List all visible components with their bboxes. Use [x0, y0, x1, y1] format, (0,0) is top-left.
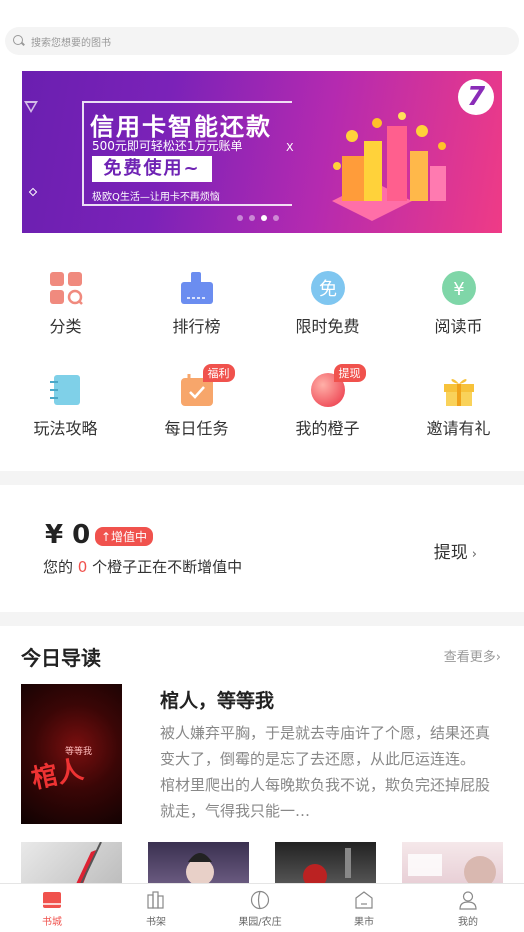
tab-label: 果市 [354, 917, 374, 928]
grid-item-label: 邀请有礼 [426, 419, 491, 438]
book-thumbnail[interactable] [402, 842, 503, 884]
orchard-icon [250, 890, 270, 910]
banner-x-mark: X [286, 141, 294, 154]
banner-cta-button[interactable]: 免费使用~ [92, 156, 212, 182]
grid-item-label: 阅读币 [434, 317, 483, 336]
grid-item-label: 每日任务 [164, 419, 229, 438]
view-more-link[interactable]: 查看更多› [444, 646, 501, 665]
book-description: 被人嫌弃平胸，于是就去寺庙许了个愿，结果还真变大了，倒霉的是忘了去还愿，从此厄运… [160, 724, 491, 820]
city-illustration-icon [332, 112, 446, 221]
tab-label: 书城 [42, 917, 62, 928]
brand-logo-icon: 7 [458, 79, 494, 115]
pagination-dot-active[interactable] [261, 215, 267, 221]
withdraw-badge: 提现 [333, 364, 366, 382]
grid-item-orange[interactable]: 提现 我的橙子 [262, 364, 393, 439]
section-divider [0, 471, 524, 485]
bookstore-icon [42, 890, 62, 910]
chevron-right-icon: › [495, 650, 501, 665]
tab-bookshelf[interactable]: 书架 [104, 890, 208, 928]
tab-bookstore[interactable]: 书城 [0, 890, 104, 928]
bottom-tab-bar: 书城 书架 果园/农庄 果市 我的 [0, 883, 524, 932]
tab-profile[interactable]: 我的 [416, 890, 520, 928]
banner-subtitle: 500元即可轻松还1万元账单 [92, 139, 243, 153]
section-title: 今日导读 [21, 646, 101, 670]
free-icon: 免 [310, 270, 346, 306]
wallet-description: 您的 0 个橙子正在不断增值中 [43, 556, 242, 577]
ranking-icon [179, 270, 215, 306]
search-bar[interactable]: 搜索您想要的图书 [5, 27, 519, 55]
free-glyph: 免 [319, 279, 337, 300]
market-icon [354, 890, 374, 910]
wallet-desc-suffix: 个橙子正在不断增值中 [87, 558, 243, 576]
withdraw-label: 提现 [433, 543, 468, 563]
orange-count: 0 [77, 558, 88, 576]
triangle-decoration [24, 101, 38, 113]
gift-icon [441, 372, 477, 408]
grid-item-free[interactable]: 免 限时免费 [262, 270, 393, 337]
tab-label: 我的 [458, 917, 478, 928]
diamond-decoration [28, 187, 38, 197]
chevron-right-icon: › [471, 547, 477, 562]
grid-item-task[interactable]: 福利 每日任务 [131, 364, 262, 439]
coin-icon: ¥ [441, 270, 477, 306]
grid-item-invite[interactable]: 邀请有礼 [393, 372, 524, 439]
grid-item-category[interactable]: 分类 [0, 270, 131, 337]
search-placeholder: 搜索您想要的图书 [31, 37, 111, 49]
wallet-amount: ¥ 0 [45, 520, 91, 550]
task-icon: 福利 [179, 364, 235, 408]
tab-label: 书架 [146, 917, 166, 928]
banner-pagination [237, 215, 279, 221]
tab-orchard[interactable]: 果园/农庄 [208, 890, 312, 928]
search-icon [13, 35, 25, 47]
welfare-badge: 福利 [202, 364, 235, 382]
profile-icon [458, 890, 478, 910]
book-thumbnail[interactable] [21, 842, 122, 884]
grid-item-label: 分类 [49, 317, 82, 336]
section-divider [0, 612, 524, 626]
view-more-label: 查看更多 [443, 650, 496, 665]
growth-badge: ↑增值中 [95, 527, 154, 546]
pagination-dot[interactable] [273, 215, 279, 221]
category-icon [48, 270, 84, 306]
pagination-dot[interactable] [237, 215, 243, 221]
promo-banner[interactable]: 信用卡智能还款 500元即可轻松还1万元账单 免费使用~ 极欧Q生活—让用卡不再… [22, 71, 502, 233]
grid-item-ranking[interactable]: 排行榜 [131, 270, 262, 337]
book-title[interactable]: 棺人，等等我 [160, 686, 274, 713]
grid-item-guide[interactable]: 玩法攻略 [0, 372, 131, 439]
bookshelf-icon [146, 890, 166, 910]
grid-item-label: 排行榜 [172, 317, 221, 336]
book-cover[interactable]: 棺人 等等我 [21, 684, 122, 824]
book-thumbnail[interactable] [275, 842, 376, 884]
withdraw-button[interactable]: 提现 › [434, 538, 477, 563]
guide-icon [48, 372, 84, 408]
grid-item-coin[interactable]: ¥ 阅读币 [393, 270, 524, 337]
tab-market[interactable]: 果市 [312, 890, 416, 928]
cover-subtitle-art: 等等我 [65, 747, 93, 757]
wallet-desc-prefix: 您的 [43, 558, 78, 576]
book-thumbnail[interactable] [148, 842, 249, 884]
pagination-dot[interactable] [249, 215, 255, 221]
banner-note: 极欧Q生活—让用卡不再烦恼 [92, 192, 220, 203]
orange-icon: 提现 [310, 364, 366, 408]
coin-glyph: ¥ [453, 279, 464, 300]
grid-item-label: 限时免费 [295, 317, 360, 336]
grid-item-label: 玩法攻略 [33, 419, 98, 438]
tab-label: 果园/农庄 [238, 917, 282, 928]
grid-item-label: 我的橙子 [295, 419, 360, 438]
